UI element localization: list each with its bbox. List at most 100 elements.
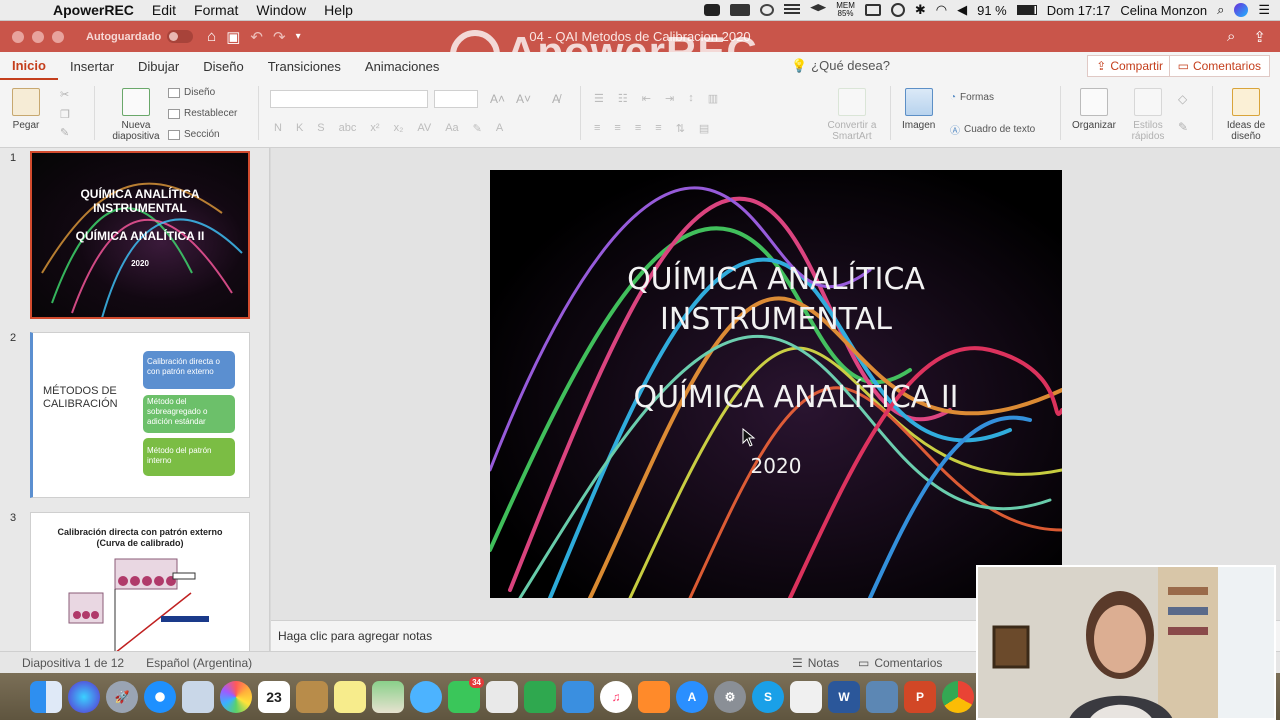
current-slide[interactable]: QUÍMICA ANALÍTICA INSTRUMENTAL QUÍMICA A… — [490, 170, 1062, 598]
undo-icon[interactable]: ↶ — [250, 28, 263, 46]
notification-center-icon[interactable]: ☰ — [1258, 2, 1270, 18]
new-slide-button[interactable]: Nueva diapositiva — [106, 88, 166, 142]
home-icon[interactable]: ⌂ — [207, 28, 216, 45]
shape-outline-icon[interactable]: ✎ — [1178, 120, 1188, 134]
subscript-icon[interactable]: x₂ — [394, 122, 404, 135]
keynote-icon[interactable] — [486, 680, 518, 713]
shapes-button[interactable]: ◔ Formas — [950, 92, 994, 103]
minimize-window-button[interactable] — [32, 30, 44, 43]
increase-font-icon[interactable]: A˄ — [490, 92, 505, 106]
align-left-icon[interactable]: ≡ — [594, 122, 600, 135]
keynote-presenter-icon[interactable] — [562, 680, 594, 713]
camera-status-icon[interactable] — [704, 4, 721, 16]
design-ideas-button[interactable]: Ideas de diseño — [1222, 88, 1270, 142]
dropbox-icon[interactable] — [810, 4, 827, 12]
zoom-window-button[interactable] — [52, 30, 64, 43]
powerpoint-icon[interactable]: P — [904, 680, 936, 713]
cut-icon[interactable]: ✂ — [60, 88, 69, 101]
convert-smartart-button[interactable]: Convertir a SmartArt — [822, 88, 882, 142]
menu-window[interactable]: Window — [247, 2, 315, 18]
tab-dibujar[interactable]: Dibujar — [126, 52, 191, 80]
siri-dock-icon[interactable] — [68, 680, 100, 713]
superscript-icon[interactable]: x² — [370, 122, 379, 135]
spotlight-search-icon[interactable]: ⌕ — [1217, 2, 1224, 18]
stack-icon[interactable] — [784, 4, 801, 16]
language-indicator[interactable]: Español (Argentina) — [146, 656, 252, 670]
thumbnail-slide-3[interactable]: Calibración directa con patrón externo (… — [30, 512, 250, 651]
comments-button[interactable]: ▭ Comentarios — [1168, 55, 1270, 77]
copy-icon[interactable]: ❐ — [60, 108, 70, 121]
menu-format[interactable]: Format — [185, 2, 247, 18]
app-menu[interactable]: ApowerREC — [44, 2, 143, 18]
clear-format-icon[interactable]: A̸ — [552, 92, 560, 106]
chrome-icon[interactable] — [942, 680, 974, 713]
slide-subtitle[interactable]: QUÍMICA ANALÍTICA II — [510, 380, 1062, 415]
launchpad-icon[interactable]: 🚀 — [106, 680, 138, 713]
time-machine-icon[interactable] — [890, 3, 905, 17]
airplay-icon[interactable] — [864, 4, 881, 16]
tab-insertar[interactable]: Insertar — [58, 52, 126, 80]
books-icon[interactable] — [638, 680, 670, 713]
facetime-icon[interactable]: 34 — [448, 676, 484, 713]
font-family-select[interactable] — [270, 90, 428, 108]
thumbnail-slide-2[interactable]: MÉTODOS DE CALIBRACIÓN Calibración direc… — [30, 332, 250, 498]
bluetooth-icon[interactable]: ✱ — [915, 2, 926, 18]
memory-indicator[interactable]: MEM 85% — [836, 2, 855, 18]
stickies-icon[interactable] — [334, 680, 366, 713]
music-icon[interactable]: ♫ — [600, 680, 632, 713]
format-painter-icon[interactable]: ✎ — [60, 126, 69, 139]
change-case-icon[interactable]: Aa — [445, 122, 458, 135]
finder-icon[interactable] — [30, 680, 62, 713]
image-button[interactable]: Imagen — [902, 88, 935, 131]
tell-me-search[interactable]: 💡 ¿Qué desea? — [791, 58, 890, 74]
wd-drive-icon[interactable] — [730, 4, 751, 16]
highlight-icon[interactable]: ✎ — [473, 122, 482, 135]
strikethrough-icon[interactable]: abc — [339, 122, 357, 135]
bold-icon[interactable]: N — [274, 122, 282, 135]
textbox-button[interactable]: Ⓐ Cuadro de texto — [950, 122, 1035, 137]
wifi-icon[interactable]: ◠ — [936, 2, 947, 18]
share-button[interactable]: ⇪ Compartir — [1087, 55, 1172, 77]
character-spacing-icon[interactable]: AV — [417, 122, 431, 135]
quick-styles-button[interactable]: Estilos rápidos — [1128, 88, 1168, 142]
textedit-icon[interactable] — [790, 680, 822, 713]
shape-fill-icon[interactable]: ◇ — [1178, 92, 1187, 106]
slide-title-line2[interactable]: INSTRUMENTAL — [490, 302, 1062, 337]
justify-icon[interactable]: ≡ — [655, 122, 661, 135]
tab-animaciones[interactable]: Animaciones — [353, 52, 451, 80]
app-store-icon[interactable]: A — [676, 680, 708, 713]
customize-toolbar-icon[interactable]: ▾ — [296, 31, 301, 42]
decrease-indent-icon[interactable]: ⇤ — [642, 92, 651, 105]
tab-diseno[interactable]: Diseño — [191, 52, 255, 80]
comments-toggle-button[interactable]: ▭ Comentarios — [858, 656, 942, 670]
columns-icon[interactable]: ▥ — [708, 92, 718, 105]
underline-icon[interactable]: S — [317, 122, 324, 135]
safari-icon[interactable] — [144, 680, 176, 713]
menu-help[interactable]: Help — [315, 2, 362, 18]
section-button[interactable]: Sección — [168, 129, 220, 140]
skype-icon[interactable]: S — [752, 680, 784, 713]
save-icon[interactable]: ▣ — [226, 28, 240, 46]
arrange-button[interactable]: Organizar — [1072, 88, 1116, 131]
preview-icon[interactable] — [182, 680, 214, 713]
calendar-icon[interactable]: 23 — [258, 680, 290, 713]
tab-inicio[interactable]: Inicio — [0, 52, 58, 80]
menu-edit[interactable]: Edit — [143, 2, 185, 18]
menubar-user[interactable]: Celina Monzon — [1120, 3, 1207, 18]
font-color-icon[interactable]: A — [496, 122, 503, 135]
bullets-icon[interactable]: ☰ — [594, 92, 604, 105]
siri-icon[interactable] — [1234, 3, 1249, 17]
slide-title-line1[interactable]: QUÍMICA ANALÍTICA — [490, 262, 1062, 297]
text-direction-icon[interactable]: ⇅ — [676, 122, 685, 135]
notes-toggle-button[interactable]: ☰ Notas — [792, 656, 839, 670]
maps-icon[interactable] — [372, 680, 404, 713]
word-icon[interactable]: W — [828, 680, 860, 713]
reset-button[interactable]: Restablecer — [168, 108, 237, 119]
paste-button[interactable]: Pegar — [12, 88, 40, 131]
search-icon[interactable]: ⌕ — [1227, 28, 1235, 46]
align-text-icon[interactable]: ▤ — [699, 122, 709, 135]
notes-app-icon[interactable] — [296, 680, 328, 713]
increase-indent-icon[interactable]: ⇥ — [665, 92, 674, 105]
italic-icon[interactable]: K — [296, 122, 303, 135]
align-center-icon[interactable]: ≡ — [614, 122, 620, 135]
